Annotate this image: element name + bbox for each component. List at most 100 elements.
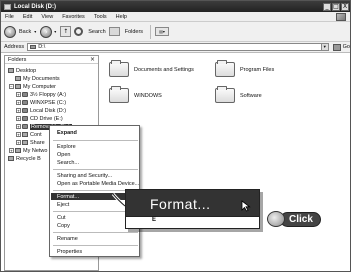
menu-file[interactable]: File [5, 14, 14, 20]
menu-item-search[interactable]: Search... [57, 160, 79, 166]
menu-view[interactable]: View [41, 14, 53, 20]
expand-icon[interactable]: + [16, 124, 21, 129]
folder-item[interactable]: Program Files [215, 60, 275, 77]
expand-icon[interactable]: + [9, 148, 14, 153]
menu-item-cut[interactable]: Cut [57, 215, 66, 221]
tree-item-label: Local Disk (D:) [30, 107, 67, 114]
tree-item-label: My Documents [23, 75, 60, 82]
tree-item-label: My Computer [23, 83, 57, 90]
control-panel-icon [22, 132, 28, 137]
cd-drive-icon [22, 116, 28, 121]
back-button-label[interactable]: Back [19, 29, 31, 35]
close-button[interactable]: X [341, 2, 349, 11]
zoom-callout-text: Format... [150, 196, 211, 212]
click-badge-label: Click [280, 211, 321, 227]
go-arrow-icon[interactable] [332, 43, 341, 51]
folders-icon[interactable] [108, 27, 120, 36]
menu-item-open[interactable]: Open [57, 152, 70, 158]
menu-item-copy[interactable]: Copy [57, 223, 70, 229]
menu-tools[interactable]: Tools [94, 14, 107, 20]
menu-item-eject[interactable]: Eject [57, 202, 69, 208]
back-arrow-icon[interactable]: ‹ [4, 25, 16, 38]
expand-icon[interactable]: + [16, 100, 21, 105]
expand-icon[interactable]: + [16, 108, 21, 113]
folder-icon [109, 86, 129, 103]
menu-item-expand[interactable]: Expand [57, 130, 77, 136]
tree-item-drive-d[interactable]: + Local Disk (D:) [16, 107, 66, 114]
window-title: Local Disk (D:) [14, 3, 57, 10]
menu-divider [53, 140, 138, 141]
expand-icon[interactable]: + [16, 140, 21, 145]
tree-item-control[interactable]: + Cont [16, 131, 42, 138]
title-bar: Local Disk (D:) _ □ X [1, 1, 350, 12]
tree-item-my-documents[interactable]: My Documents [15, 75, 60, 82]
close-icon[interactable]: × [90, 56, 95, 63]
tree-item-label: Cont [30, 131, 42, 138]
folder-icon [22, 140, 28, 145]
tree-item-floppy[interactable]: + 3½ Floppy (A:) [16, 91, 66, 98]
tree-item-recycle-bin[interactable]: Recycle B [8, 155, 41, 162]
tree-item-label: Desktop [16, 67, 37, 74]
menu-edit[interactable]: Edit [23, 14, 32, 20]
tree-item-shared[interactable]: + Share [16, 139, 45, 146]
menu-item-portable[interactable]: Open as Portable Media Device... [57, 181, 139, 187]
menu-item-rename[interactable]: Rename [57, 236, 78, 242]
tree-item-my-computer[interactable]: − My Computer [9, 83, 56, 90]
menu-help[interactable]: Help [116, 14, 127, 20]
zoom-callout-subtext: E [152, 217, 158, 223]
menu-item-sharing[interactable]: Sharing and Security... [57, 173, 112, 179]
address-value: D:\ [38, 44, 46, 50]
address-input[interactable]: D:\ ▼ [27, 43, 329, 51]
toolbar-divider [150, 24, 152, 39]
tree-item-drive-c[interactable]: + WINXPSE (C:) [16, 99, 66, 106]
computer-icon [15, 84, 21, 89]
menu-item-format[interactable]: Format... [57, 194, 79, 200]
minimize-button[interactable]: _ [323, 2, 331, 11]
tree-item-desktop[interactable]: Desktop [8, 67, 36, 74]
search-icon[interactable] [74, 27, 84, 36]
network-icon [15, 148, 21, 153]
drive-icon [30, 45, 37, 49]
explorer-window: Local Disk (D:) _ □ X File Edit View Fav… [0, 0, 351, 272]
chevron-down-icon[interactable]: ▼ [320, 44, 328, 50]
tree-item-my-network[interactable]: + My Netwo [9, 147, 47, 154]
expand-icon[interactable]: + [16, 116, 21, 121]
address-label: Address [4, 44, 25, 50]
collapse-icon[interactable]: − [9, 84, 14, 89]
search-button-label[interactable]: Search [88, 29, 105, 35]
folder-item[interactable]: WINDOWS [109, 86, 162, 103]
expand-icon[interactable]: + [16, 92, 21, 97]
menu-divider [53, 169, 138, 170]
forward-arrow-icon[interactable]: › [40, 25, 53, 38]
zoom-callout-lower: E [126, 216, 259, 228]
folder-item[interactable]: Documents and Settings [109, 60, 194, 77]
menu-item-explore[interactable]: Explore [57, 144, 76, 150]
zoom-callout: Format... E [125, 189, 260, 229]
folders-pane-header: Folders × [5, 56, 98, 64]
tree-item-label: Share [30, 139, 45, 146]
menu-divider [53, 232, 138, 233]
back-dropdown-icon[interactable]: ▾ [34, 29, 36, 34]
tree-item-drive-e[interactable]: + CD Drive (E:) [16, 115, 63, 122]
folder-label: WINDOWS [134, 92, 162, 99]
menu-favorites[interactable]: Favorites [62, 14, 85, 20]
menu-divider [53, 245, 138, 246]
tree-item-label: Recycle B [16, 155, 41, 162]
folder-item[interactable]: Software [215, 86, 262, 103]
folder-label: Program Files [240, 66, 275, 73]
folders-button-label[interactable]: Folders [125, 29, 143, 35]
recycle-bin-icon [8, 156, 14, 161]
windows-flag-icon [336, 13, 346, 21]
maximize-button[interactable]: □ [332, 2, 340, 11]
go-button[interactable]: Go [343, 44, 350, 50]
expand-icon[interactable]: + [16, 132, 21, 137]
folder-label: Documents and Settings [134, 66, 194, 73]
up-folder-icon[interactable]: ↑ [60, 26, 72, 37]
menu-item-properties[interactable]: Properties [57, 249, 82, 255]
views-icon[interactable]: ▤▾ [155, 27, 170, 36]
removable-disk-icon [22, 124, 28, 129]
forward-dropdown-icon[interactable]: ▾ [54, 29, 56, 34]
tree-item-label: 3½ Floppy (A:) [30, 91, 67, 98]
tree-item-label: WINXPSE (C:) [30, 99, 67, 106]
mouse-cursor-icon [241, 200, 251, 212]
